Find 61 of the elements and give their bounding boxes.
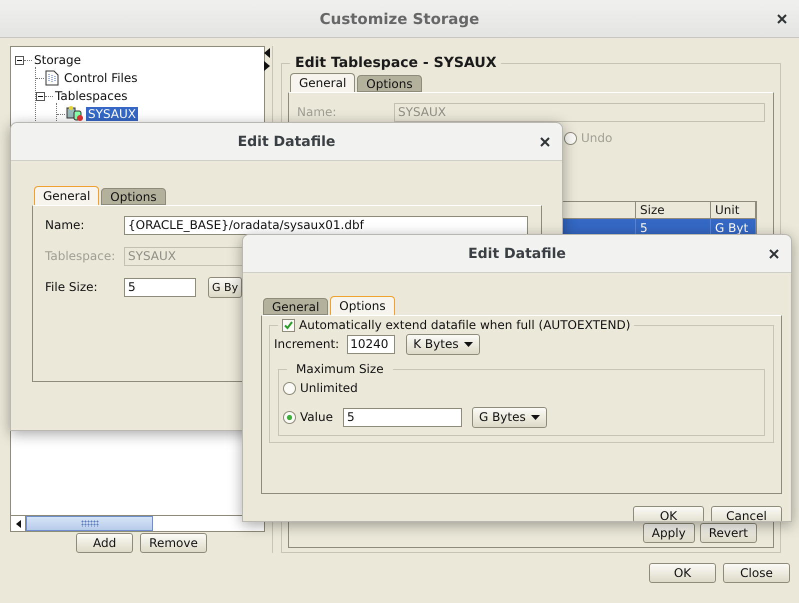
- tab[interactable]: General: [263, 298, 328, 315]
- group-title: Maximum Size: [295, 362, 385, 376]
- unit-dropdown[interactable]: G Bytes: [472, 406, 547, 428]
- tab[interactable]: Options: [101, 188, 166, 205]
- tree-action-button[interactable]: Remove: [140, 533, 207, 553]
- collapse-icon[interactable]: [15, 56, 24, 64]
- group-title: Edit Tablespace - SYSAUX: [294, 55, 498, 71]
- tab[interactable]: General: [290, 73, 356, 92]
- dialog-button[interactable]: Cancel: [711, 506, 782, 521]
- right-arrow-icon[interactable]: [264, 61, 270, 71]
- close-button[interactable]: [767, 246, 781, 260]
- tree-item[interactable]: SYSAUX: [86, 107, 138, 121]
- tree-action-button[interactable]: Add: [76, 533, 134, 553]
- column-header[interactable]: Size: [636, 202, 711, 219]
- checkbox[interactable]: [282, 318, 295, 332]
- document-icon: [45, 70, 59, 86]
- caret-icon: [530, 414, 540, 420]
- close-button[interactable]: [538, 134, 552, 148]
- database-icon: [66, 106, 84, 122]
- radio-label: Undo: [581, 131, 612, 145]
- dialog-button[interactable]: OK: [649, 563, 716, 583]
- collapse-icon[interactable]: [36, 92, 45, 100]
- close-button[interactable]: [775, 12, 789, 26]
- unit-dropdown[interactable]: G By: [208, 276, 242, 298]
- panel-button[interactable]: Revert: [700, 523, 757, 543]
- radio-button[interactable]: [564, 132, 577, 144]
- close-icon: [777, 14, 787, 24]
- scroll-thumb[interactable]: [26, 516, 153, 531]
- tab[interactable]: General: [34, 186, 100, 205]
- window-title: Customize Storage: [320, 10, 480, 28]
- column-header[interactable]: Unit: [711, 202, 756, 219]
- close-icon: [769, 248, 779, 258]
- tree-item[interactable]: Control Files: [62, 71, 140, 85]
- input-field[interactable]: {ORACLE_BASE}/oradata/sysaux01.dbf: [124, 216, 528, 234]
- tree-item[interactable]: Tablespaces: [53, 89, 130, 103]
- input-field[interactable]: 5: [124, 278, 196, 296]
- increment-field[interactable]: 10240: [347, 334, 396, 354]
- field-label: Name:: [45, 218, 86, 232]
- field-label: Tablespace:: [45, 249, 116, 263]
- tree-item[interactable]: Storage: [32, 53, 83, 67]
- unit-dropdown[interactable]: K Bytes: [406, 334, 480, 354]
- radio-label: Value: [300, 410, 333, 424]
- radio-button[interactable]: [283, 382, 296, 394]
- field-label: File Size:: [45, 280, 99, 294]
- checkbox-label: Automatically extend datafile when full (AUTOEXTEND): [299, 318, 630, 332]
- dialog-button[interactable]: OK: [633, 506, 704, 521]
- dialog-title: Edit Datafile: [238, 134, 336, 150]
- radio-label: Unlimited: [300, 381, 358, 395]
- close-icon: [540, 136, 550, 146]
- max-size-field[interactable]: 5: [342, 408, 462, 426]
- tab[interactable]: Options: [330, 296, 395, 315]
- caret-icon: [464, 342, 473, 346]
- tab[interactable]: Options: [357, 75, 422, 92]
- left-arrow-icon[interactable]: [16, 520, 20, 528]
- dialog-button[interactable]: Close: [723, 563, 790, 583]
- left-arrow-icon[interactable]: [264, 48, 270, 58]
- dialog-title: Edit Datafile: [468, 246, 566, 262]
- field-label: Increment:: [274, 337, 340, 351]
- field-label: Name:: [297, 105, 338, 119]
- panel-button[interactable]: Apply: [642, 523, 695, 543]
- radio-button[interactable]: [283, 410, 296, 424]
